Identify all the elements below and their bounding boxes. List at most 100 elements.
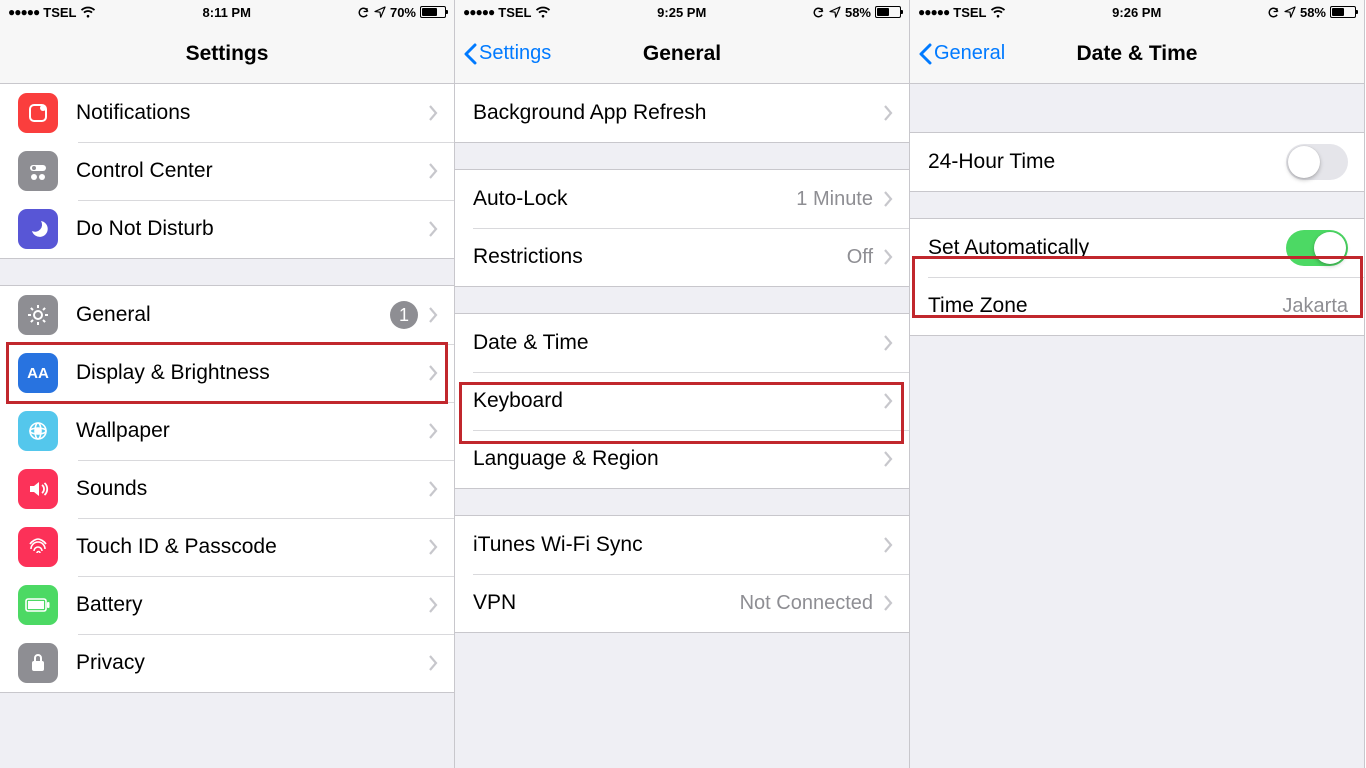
chevron-right-icon bbox=[883, 249, 893, 265]
rotation-lock-icon bbox=[357, 6, 370, 19]
row-label: Privacy bbox=[76, 651, 428, 675]
status-left: ●●●●● TSEL bbox=[8, 5, 96, 20]
row-date-time[interactable]: Date & Time bbox=[455, 314, 909, 372]
row-background-app-refresh[interactable]: Background App Refresh bbox=[455, 84, 909, 142]
general-group-2: Auto-Lock 1 Minute Restrictions Off bbox=[455, 169, 909, 287]
general-group-3: Date & Time Keyboard Language & Region bbox=[455, 313, 909, 489]
status-right: 58% bbox=[812, 5, 901, 20]
control-center-icon bbox=[18, 151, 58, 191]
chevron-right-icon bbox=[428, 365, 438, 381]
row-wallpaper[interactable]: Wallpaper bbox=[0, 402, 454, 460]
nav-back-button[interactable]: General bbox=[918, 24, 1005, 83]
notifications-icon bbox=[18, 93, 58, 133]
row-set-automatically[interactable]: Set Automatically bbox=[910, 219, 1364, 277]
status-bar: ●●●●● TSEL 8:11 PM 70% bbox=[0, 0, 454, 24]
battery-pct: 58% bbox=[1300, 5, 1326, 20]
row-privacy[interactable]: Privacy bbox=[0, 634, 454, 692]
battery-pct: 70% bbox=[390, 5, 416, 20]
row-vpn[interactable]: VPN Not Connected bbox=[455, 574, 909, 632]
signal-dots-icon: ●●●●● bbox=[8, 5, 39, 19]
row-battery[interactable]: Battery bbox=[0, 576, 454, 634]
row-label: Notifications bbox=[76, 101, 428, 125]
status-bar: ●●●●● TSEL 9:26 PM 58% bbox=[910, 0, 1364, 24]
wifi-icon bbox=[535, 6, 551, 18]
nav-back-label: General bbox=[934, 42, 1005, 65]
row-value: Jakarta bbox=[1282, 295, 1348, 318]
status-right: 70% bbox=[357, 5, 446, 20]
chevron-right-icon bbox=[428, 481, 438, 497]
row-label: Touch ID & Passcode bbox=[76, 535, 428, 559]
wallpaper-icon bbox=[18, 411, 58, 451]
row-label: Battery bbox=[76, 593, 428, 617]
row-label: 24-Hour Time bbox=[928, 150, 1286, 174]
row-value: 1 Minute bbox=[796, 188, 873, 211]
status-left: ●●●●● TSEL bbox=[463, 5, 551, 20]
row-time-zone[interactable]: Time Zone Jakarta bbox=[910, 277, 1364, 335]
nav-title: Settings bbox=[186, 42, 269, 66]
privacy-icon bbox=[18, 643, 58, 683]
toggle-24-hour-time[interactable] bbox=[1286, 144, 1348, 180]
nav-bar: Settings bbox=[0, 24, 454, 84]
row-label: VPN bbox=[473, 591, 740, 615]
group-spacer bbox=[910, 84, 1364, 132]
row-label: Keyboard bbox=[473, 389, 883, 413]
status-time: 9:25 PM bbox=[657, 5, 706, 20]
row-language-region[interactable]: Language & Region bbox=[455, 430, 909, 488]
row-label: General bbox=[76, 303, 390, 327]
rotation-lock-icon bbox=[1267, 6, 1280, 19]
row-notifications[interactable]: Notifications bbox=[0, 84, 454, 142]
panel-date-time: ●●●●● TSEL 9:26 PM 58% General Date & Ti… bbox=[910, 0, 1365, 768]
row-label: Sounds bbox=[76, 477, 428, 501]
row-label: Auto-Lock bbox=[473, 187, 796, 211]
panel-settings: ●●●●● TSEL 8:11 PM 70% Settings bbox=[0, 0, 455, 768]
battery-icon bbox=[875, 6, 901, 18]
battery-row-icon bbox=[18, 585, 58, 625]
row-display-brightness[interactable]: AA Display & Brightness bbox=[0, 344, 454, 402]
chevron-right-icon bbox=[428, 655, 438, 671]
nav-back-label: Settings bbox=[479, 42, 551, 65]
chevron-right-icon bbox=[883, 537, 893, 553]
row-touchid-passcode[interactable]: Touch ID & Passcode bbox=[0, 518, 454, 576]
do-not-disturb-icon bbox=[18, 209, 58, 249]
chevron-right-icon bbox=[883, 451, 893, 467]
nav-back-button[interactable]: Settings bbox=[463, 24, 551, 83]
row-label: Do Not Disturb bbox=[76, 217, 428, 241]
date-time-group-2: Set Automatically Time Zone Jakarta bbox=[910, 218, 1364, 336]
row-label: Control Center bbox=[76, 159, 428, 183]
signal-dots-icon: ●●●●● bbox=[918, 5, 949, 19]
chevron-right-icon bbox=[883, 335, 893, 351]
row-label: Wallpaper bbox=[76, 419, 428, 443]
general-group-4: iTunes Wi-Fi Sync VPN Not Connected bbox=[455, 515, 909, 633]
row-do-not-disturb[interactable]: Do Not Disturb bbox=[0, 200, 454, 258]
battery-fill bbox=[877, 8, 889, 16]
carrier-label: TSEL bbox=[43, 5, 76, 20]
row-keyboard[interactable]: Keyboard bbox=[455, 372, 909, 430]
location-icon bbox=[829, 6, 841, 18]
date-time-group-1: 24-Hour Time bbox=[910, 132, 1364, 192]
row-label: Time Zone bbox=[928, 294, 1282, 318]
battery-icon bbox=[420, 6, 446, 18]
row-label: Language & Region bbox=[473, 447, 883, 471]
wifi-icon bbox=[990, 6, 1006, 18]
row-auto-lock[interactable]: Auto-Lock 1 Minute bbox=[455, 170, 909, 228]
chevron-right-icon bbox=[883, 105, 893, 121]
chevron-right-icon bbox=[428, 423, 438, 439]
row-sounds[interactable]: Sounds bbox=[0, 460, 454, 518]
status-time: 9:26 PM bbox=[1112, 5, 1161, 20]
status-bar: ●●●●● TSEL 9:25 PM 58% bbox=[455, 0, 909, 24]
battery-pct: 58% bbox=[845, 5, 871, 20]
toggle-set-automatically[interactable] bbox=[1286, 230, 1348, 266]
row-24-hour-time[interactable]: 24-Hour Time bbox=[910, 133, 1364, 191]
sounds-icon bbox=[18, 469, 58, 509]
chevron-right-icon bbox=[428, 221, 438, 237]
general-list: Background App Refresh Auto-Lock 1 Minut… bbox=[455, 84, 909, 633]
battery-fill bbox=[422, 8, 437, 16]
row-control-center[interactable]: Control Center bbox=[0, 142, 454, 200]
battery-icon bbox=[1330, 6, 1356, 18]
row-restrictions[interactable]: Restrictions Off bbox=[455, 228, 909, 286]
nav-bar: General Date & Time bbox=[910, 24, 1364, 84]
row-itunes-wifi-sync[interactable]: iTunes Wi-Fi Sync bbox=[455, 516, 909, 574]
row-general[interactable]: General 1 bbox=[0, 286, 454, 344]
chevron-right-icon bbox=[883, 595, 893, 611]
chevron-right-icon bbox=[428, 539, 438, 555]
